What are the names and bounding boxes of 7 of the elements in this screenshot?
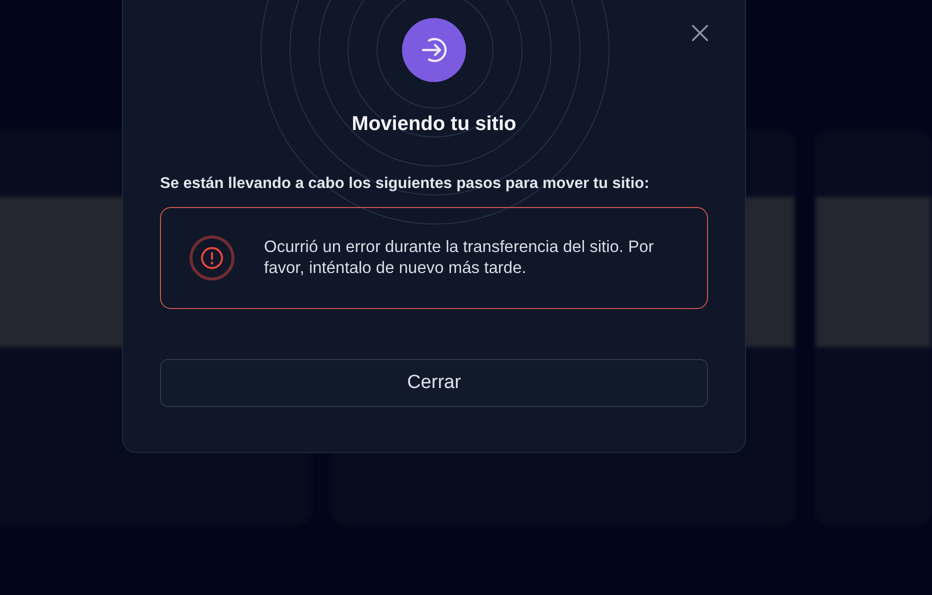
close-button[interactable]: Cerrar <box>160 359 708 407</box>
error-message: Ocurrió un error durante la transferencia del sitio. Por favor, inténtalo de nuevo más tarde. <box>264 237 655 279</box>
arrow-in-circle-icon <box>402 18 466 82</box>
dialog-title: Moviendo tu sitio <box>352 113 516 136</box>
dialog-subtitle: Se están llevando a cabo los siguientes pasos para mover tu sitio: <box>160 175 650 193</box>
close-icon[interactable] <box>691 24 709 42</box>
exclamation-circle-icon <box>189 235 235 281</box>
